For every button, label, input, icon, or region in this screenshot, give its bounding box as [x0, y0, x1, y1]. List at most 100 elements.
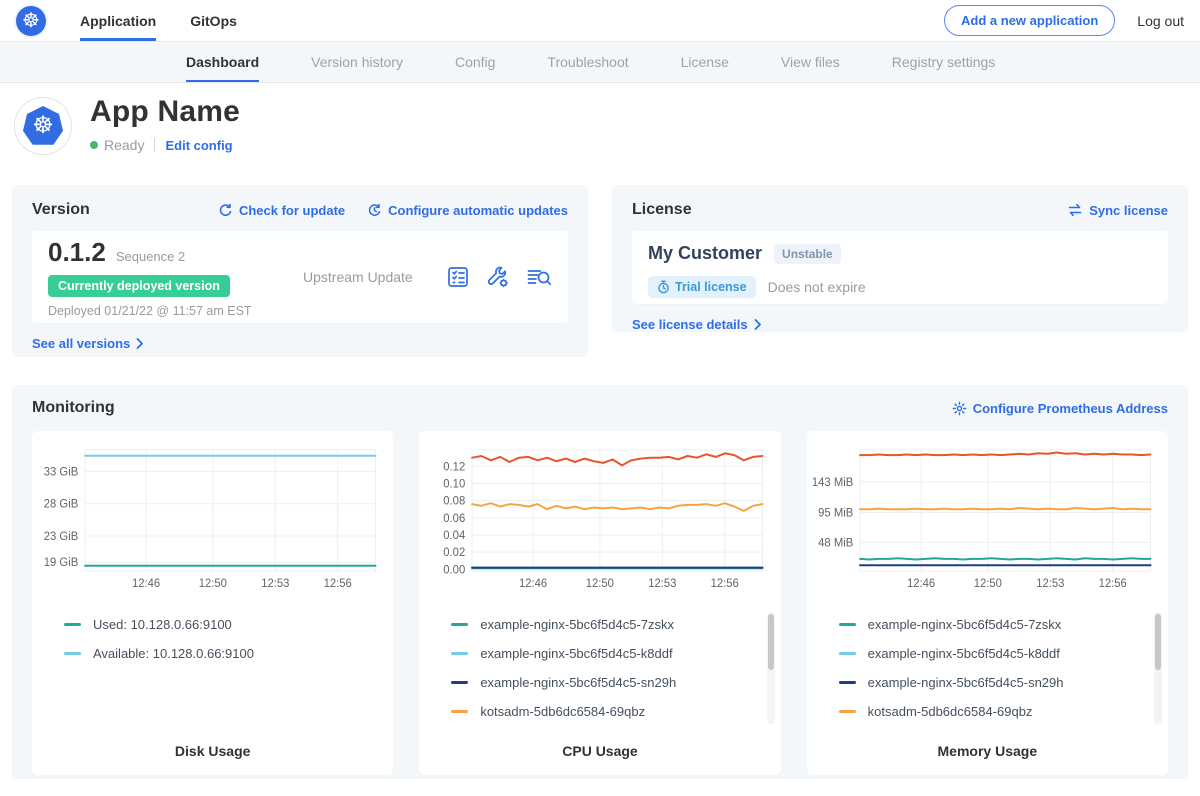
license-card: License Sync license My Customer Unstabl…	[612, 185, 1188, 332]
charts-row: 19 GiB23 GiB28 GiB33 GiB12:4612:5012:531…	[32, 431, 1168, 775]
legend-swatch-icon	[451, 623, 468, 626]
legend-label: example-nginx-5bc6f5d4c5-7zskx	[480, 617, 674, 632]
legend-item: Available: 10.128.0.66:9100	[64, 639, 383, 668]
tab-application[interactable]: Application	[80, 0, 156, 41]
svg-text:33 GiB: 33 GiB	[44, 466, 78, 478]
memory-usage-chart-card: 48 MiB95 MiB143 MiB12:4612:5012:5312:56 …	[807, 431, 1168, 775]
deployed-version-badge: Currently deployed version	[48, 275, 230, 297]
subnav-config[interactable]: Config	[455, 42, 495, 82]
status-badge: Ready	[90, 137, 144, 153]
legend-scrollbar-thumb[interactable]	[1155, 614, 1161, 670]
tab-gitops[interactable]: GitOps	[190, 0, 237, 41]
svg-text:12:50: 12:50	[199, 578, 227, 590]
see-license-details-link[interactable]: See license details	[632, 317, 762, 332]
legend-item: example-nginx-5bc6f5d4c5-7zskx	[839, 610, 1158, 639]
legend-item: example-nginx-5bc6f5d4c5-sn29h	[839, 668, 1158, 697]
view-logs-icon[interactable]	[526, 265, 552, 289]
logout-button[interactable]: Log out	[1137, 13, 1184, 29]
legend-item: example-nginx-5bc6f5d4c5-k8ddf	[451, 639, 770, 668]
kubernetes-logo-icon: ☸	[16, 6, 46, 36]
legend-item: kotsadm-5db6dc6584-69qbz	[451, 697, 770, 726]
subnav-dashboard[interactable]: Dashboard	[186, 42, 259, 82]
see-all-versions-label: See all versions	[32, 336, 130, 351]
legend-swatch-icon	[451, 681, 468, 684]
svg-text:12:46: 12:46	[132, 578, 160, 590]
chart-title: CPU Usage	[419, 743, 780, 759]
svg-text:0.00: 0.00	[444, 564, 466, 576]
memory-usage-chart: 48 MiB95 MiB143 MiB12:4612:5012:5312:56	[813, 443, 1158, 595]
legend-label: example-nginx-5bc6f5d4c5-k8ddf	[480, 646, 672, 661]
app-header: ☸ App Name Ready Edit config	[0, 83, 1200, 177]
app-avatar: ☸	[14, 97, 72, 155]
sync-license-label: Sync license	[1089, 203, 1168, 218]
app-subnav: Dashboard Version history Config Trouble…	[0, 42, 1200, 83]
version-card: Version Check for update Configure autom…	[12, 185, 588, 357]
see-all-versions-link[interactable]: See all versions	[32, 336, 144, 351]
legend-item: example-nginx-5bc6f5d4c5-sn29h	[451, 668, 770, 697]
config-wrench-icon[interactable]	[486, 265, 510, 289]
version-number: 0.1.2	[48, 237, 106, 268]
legend-item: example-nginx-5bc6f5d4c5-7zskx	[451, 610, 770, 639]
svg-text:0.06: 0.06	[444, 513, 466, 525]
subnav-view-files[interactable]: View files	[781, 42, 840, 82]
memory-usage-legend: example-nginx-5bc6f5d4c5-7zskx example-ng…	[813, 610, 1158, 726]
trial-license-badge: Trial license	[648, 276, 756, 298]
kubernetes-app-icon: ☸	[23, 106, 63, 146]
svg-text:19 GiB: 19 GiB	[44, 557, 78, 569]
sync-license-link[interactable]: Sync license	[1067, 203, 1168, 218]
configure-prometheus-link[interactable]: Configure Prometheus Address	[952, 401, 1168, 416]
disk-usage-chart-card: 19 GiB23 GiB28 GiB33 GiB12:4612:5012:531…	[32, 431, 393, 775]
legend-label: example-nginx-5bc6f5d4c5-sn29h	[868, 675, 1064, 690]
svg-text:0.08: 0.08	[444, 496, 466, 508]
status-label: Ready	[104, 137, 144, 153]
cpu-usage-chart: 0.000.020.040.060.080.100.1212:4612:5012…	[425, 443, 770, 595]
legend-scrollbar-thumb[interactable]	[768, 614, 774, 670]
page-title: App Name	[90, 95, 240, 129]
legend-swatch-icon	[839, 710, 856, 713]
subnav-version-history[interactable]: Version history	[311, 42, 403, 82]
subnav-license[interactable]: License	[681, 42, 729, 82]
svg-text:12:46: 12:46	[519, 578, 547, 590]
configure-automatic-updates-link[interactable]: Configure automatic updates	[367, 203, 568, 218]
stopwatch-icon	[657, 280, 670, 294]
legend-label: example-nginx-5bc6f5d4c5-k8ddf	[868, 646, 1060, 661]
legend-item: Used: 10.128.0.66:9100	[64, 610, 383, 639]
cpu-usage-legend: example-nginx-5bc6f5d4c5-7zskx example-ng…	[425, 610, 770, 726]
channel-badge: Unstable	[774, 244, 841, 264]
chevron-right-icon	[754, 319, 762, 330]
preflight-checklist-icon[interactable]	[446, 265, 470, 289]
legend-item: example-nginx-5bc6f5d4c5-k8ddf	[839, 639, 1158, 668]
legend-scrollbar[interactable]	[1154, 612, 1162, 724]
disk-usage-chart: 19 GiB23 GiB28 GiB33 GiB12:4612:5012:531…	[38, 443, 383, 595]
legend-swatch-icon	[64, 652, 81, 655]
add-application-button[interactable]: Add a new application	[944, 5, 1115, 36]
legend-swatch-icon	[64, 623, 81, 626]
brand-logo: ☸	[16, 0, 46, 41]
deployed-timestamp: Deployed 01/21/22 @ 11:57 am EST	[48, 304, 303, 318]
subnav-registry-settings[interactable]: Registry settings	[892, 42, 995, 82]
svg-text:0.02: 0.02	[444, 547, 466, 559]
check-for-update-label: Check for update	[239, 203, 345, 218]
svg-text:28 GiB: 28 GiB	[44, 499, 78, 511]
chevron-right-icon	[136, 338, 144, 349]
monitoring-title: Monitoring	[32, 399, 115, 417]
chart-title: Disk Usage	[32, 743, 393, 759]
svg-text:143 MiB: 143 MiB	[813, 477, 853, 489]
svg-text:12:53: 12:53	[261, 578, 289, 590]
svg-text:0.12: 0.12	[444, 461, 466, 473]
clock-refresh-icon	[367, 203, 382, 218]
legend-scrollbar[interactable]	[767, 612, 775, 724]
sync-arrows-icon	[1067, 203, 1083, 217]
subnav-troubleshoot[interactable]: Troubleshoot	[547, 42, 628, 82]
svg-text:0.10: 0.10	[444, 478, 466, 490]
chart-title: Memory Usage	[807, 743, 1168, 759]
sequence-label: Sequence 2	[116, 249, 185, 264]
monitoring-section: Monitoring Configure Prometheus Address …	[12, 385, 1188, 779]
divider	[154, 138, 155, 152]
refresh-icon	[218, 203, 233, 218]
edit-config-link[interactable]: Edit config	[165, 138, 232, 153]
check-for-update-link[interactable]: Check for update	[218, 203, 345, 218]
svg-text:12:50: 12:50	[586, 578, 614, 590]
svg-text:12:53: 12:53	[1036, 578, 1064, 590]
svg-text:0.04: 0.04	[444, 530, 466, 542]
